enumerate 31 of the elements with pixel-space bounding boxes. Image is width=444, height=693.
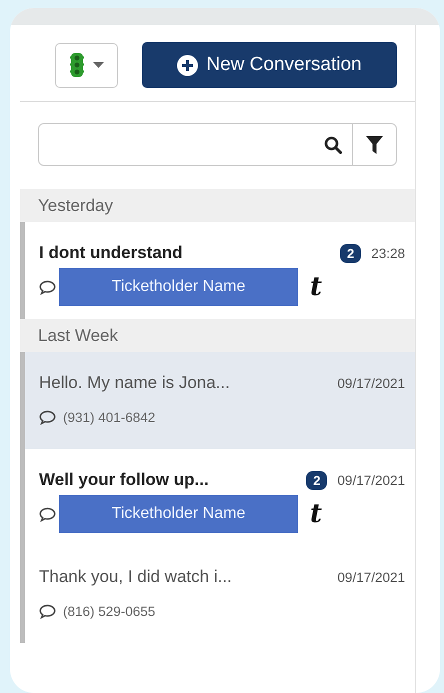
chat-bubble-icon bbox=[39, 410, 56, 424]
conversation-title: Thank you, I did watch i... bbox=[39, 567, 233, 587]
chat-bubble-icon bbox=[39, 280, 56, 294]
conversation-item[interactable]: Hello. My name is Jona... 09/17/2021 (931) 401-6842 bbox=[20, 352, 415, 449]
chat-bubble-icon bbox=[39, 506, 56, 522]
group-header: Last Week bbox=[20, 319, 415, 352]
conversation-time: 09/17/2021 bbox=[337, 570, 405, 584]
redacted-name: Ticketholder Name bbox=[59, 268, 298, 306]
traffic-light-icon bbox=[70, 53, 84, 77]
filter-icon bbox=[366, 136, 383, 154]
search-field[interactable] bbox=[38, 123, 397, 166]
name-fragment: t bbox=[310, 499, 322, 529]
caret-icon bbox=[92, 62, 104, 68]
conversation-time: 09/17/2021 bbox=[337, 376, 405, 390]
status-dropdown[interactable] bbox=[55, 42, 118, 88]
redacted-name: Ticketholder Name bbox=[59, 495, 298, 533]
conversation-time: 23:28 bbox=[371, 246, 405, 260]
phone-number: (931) 401-6842 bbox=[63, 410, 156, 424]
conversation-title: Hello. My name is Jona... bbox=[39, 373, 231, 393]
new-conversation-button[interactable]: New Conversation bbox=[142, 42, 397, 88]
unread-count: 2 bbox=[340, 244, 362, 262]
unread-count: 2 bbox=[306, 470, 328, 490]
plus-circle-icon bbox=[177, 54, 198, 76]
search-icon bbox=[324, 136, 342, 154]
group-header: Yesterday bbox=[20, 189, 415, 222]
phone-number: (816) 529-0655 bbox=[63, 604, 156, 618]
name-fragment: t bbox=[310, 272, 322, 302]
chat-bubble-icon bbox=[39, 604, 56, 618]
conversation-title: Well your follow up... bbox=[39, 470, 210, 490]
conversation-title: I dont understand bbox=[39, 243, 184, 263]
conversation-time: 09/17/2021 bbox=[337, 472, 405, 488]
